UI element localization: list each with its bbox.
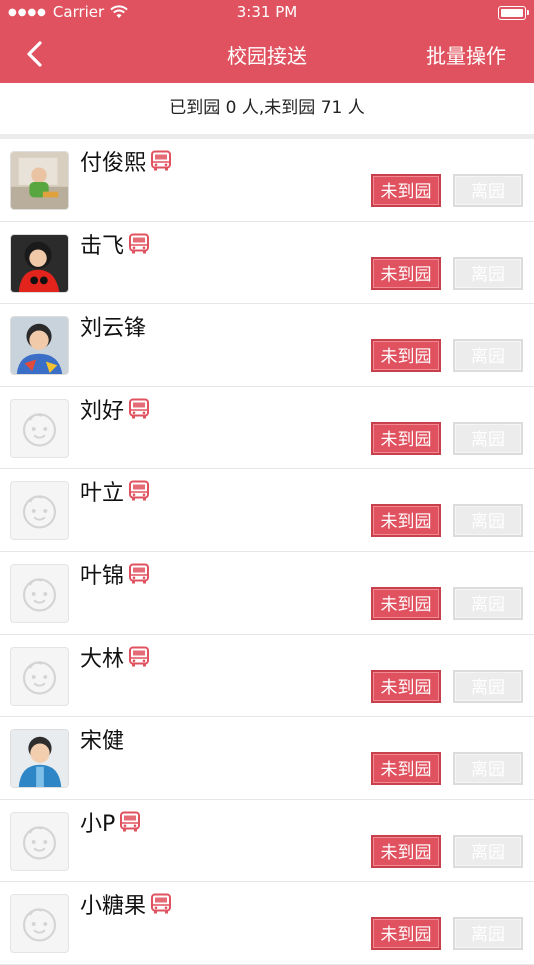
student-name: 小P xyxy=(80,811,116,837)
status-time: 3:31 PM xyxy=(236,3,298,21)
student-row[interactable]: 叶锦 未到园 离园 xyxy=(0,552,534,635)
student-row[interactable]: 击飞 未到园 离园 xyxy=(0,222,534,305)
leave-button[interactable]: 离园 xyxy=(453,917,523,951)
student-name-group: 刘好 xyxy=(80,393,150,425)
avatar-placeholder-icon xyxy=(10,398,69,458)
student-name-group: 小糖果 xyxy=(80,888,172,920)
school-bus-icon xyxy=(128,480,150,502)
student-avatar xyxy=(10,316,69,376)
student-name-group: 叶立 xyxy=(80,475,150,507)
student-name-group: 小P xyxy=(80,806,141,838)
school-bus-icon xyxy=(150,893,172,915)
leave-button[interactable]: 离园 xyxy=(453,752,523,786)
student-name-group: 大林 xyxy=(80,641,150,673)
school-bus-icon xyxy=(128,563,150,585)
student-avatar xyxy=(10,151,69,210)
leave-button[interactable]: 离园 xyxy=(453,174,523,207)
school-bus-icon xyxy=(119,811,141,833)
avatar-placeholder-icon xyxy=(10,563,69,623)
not-arrived-button[interactable]: 未到园 xyxy=(371,339,441,373)
leave-button[interactable]: 离园 xyxy=(453,339,523,373)
student-name-group: 宋健 xyxy=(80,723,124,755)
not-arrived-button[interactable]: 未到园 xyxy=(371,752,441,786)
school-bus-icon xyxy=(128,398,150,420)
school-bus-icon xyxy=(128,646,150,668)
not-arrived-button[interactable]: 未到园 xyxy=(371,669,441,703)
leave-button[interactable]: 离园 xyxy=(453,504,523,538)
student-row[interactable]: 叶立 未到园 离园 xyxy=(0,469,534,552)
student-name-group: 刘云锋 xyxy=(80,310,146,342)
status-bar: ●●●● Carrier 3:31 PM xyxy=(0,0,534,26)
student-name-group: 击飞 xyxy=(80,228,150,260)
leave-button[interactable]: 离园 xyxy=(453,586,523,620)
not-arrived-button[interactable]: 未到园 xyxy=(371,421,441,455)
not-arrived-button[interactable]: 未到园 xyxy=(371,256,441,290)
battery-icon xyxy=(498,6,529,20)
student-name: 叶锦 xyxy=(80,563,125,589)
student-name: 付俊熙 xyxy=(80,151,147,176)
student-avatar xyxy=(10,233,69,293)
student-avatar xyxy=(10,729,69,789)
student-list: 付俊熙 未到园 离园 击飞 未到园 离园 刘云锋 未到园 离园 刘好 未到园 离园 叶立 xyxy=(0,139,534,965)
avatar-placeholder-icon xyxy=(10,481,69,541)
student-name: 大林 xyxy=(80,646,125,672)
app-header: ●●●● Carrier 3:31 PM 校园接送 批量操作 xyxy=(0,0,534,83)
student-name: 小糖果 xyxy=(80,894,147,920)
avatar-placeholder-icon xyxy=(10,646,69,706)
student-row[interactable]: 小糖果 未到园 离园 xyxy=(0,882,534,965)
student-row[interactable]: 刘云锋未到园 离园 xyxy=(0,304,534,387)
student-row[interactable]: 付俊熙 未到园 离园 xyxy=(0,139,534,222)
not-arrived-button[interactable]: 未到园 xyxy=(371,504,441,538)
student-name: 叶立 xyxy=(80,481,125,507)
student-row[interactable]: 刘好 未到园 离园 xyxy=(0,387,534,470)
school-bus-icon xyxy=(128,233,150,255)
student-name: 宋健 xyxy=(80,729,125,755)
not-arrived-button[interactable]: 未到园 xyxy=(371,917,441,951)
student-name-group: 叶锦 xyxy=(80,558,150,590)
not-arrived-button[interactable]: 未到园 xyxy=(371,174,441,207)
student-row[interactable]: 大林 未到园 离园 xyxy=(0,635,534,718)
student-name: 刘云锋 xyxy=(80,316,147,342)
avatar-placeholder-icon xyxy=(10,894,69,954)
batch-operation-button[interactable]: 批量操作 xyxy=(426,40,506,69)
student-row[interactable]: 小P 未到园 离园 xyxy=(0,800,534,883)
student-row[interactable]: 宋健未到园 离园 xyxy=(0,717,534,800)
student-name: 刘好 xyxy=(80,398,125,424)
navigation-bar: 校园接送 批量操作 xyxy=(0,26,534,83)
school-bus-icon xyxy=(150,150,172,172)
leave-button[interactable]: 离园 xyxy=(453,256,523,290)
leave-button[interactable]: 离园 xyxy=(453,669,523,703)
attendance-summary: 已到园 0 人,未到园 71 人 xyxy=(0,83,534,135)
not-arrived-button[interactable]: 未到园 xyxy=(371,834,441,868)
leave-button[interactable]: 离园 xyxy=(453,834,523,868)
avatar-placeholder-icon xyxy=(10,811,69,871)
student-name-group: 付俊熙 xyxy=(80,145,172,177)
not-arrived-button[interactable]: 未到园 xyxy=(371,586,441,620)
leave-button[interactable]: 离园 xyxy=(453,421,523,455)
student-name: 击飞 xyxy=(80,233,125,259)
